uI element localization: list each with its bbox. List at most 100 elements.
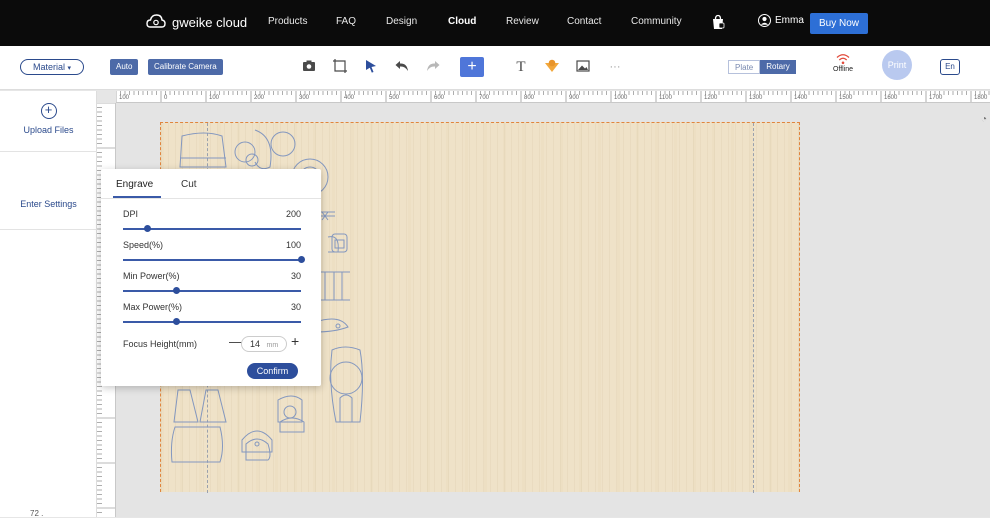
ruler-tick-label: 800 (524, 95, 535, 101)
ruler-tick-label: 600 (434, 95, 445, 101)
cloud-logo-icon (146, 14, 166, 28)
max-power-slider[interactable] (123, 318, 301, 325)
user-avatar-icon (758, 14, 771, 27)
focus-height-label: Focus Height(mm) (123, 339, 198, 349)
ruler-tick-label: 0 (164, 95, 168, 101)
nav-link-faq[interactable]: FAQ (336, 16, 356, 27)
ruler-tick-label: 500 (389, 95, 400, 101)
decrease-focus-button[interactable]: — (229, 334, 242, 349)
buy-now-button[interactable]: Buy Now (810, 13, 869, 34)
brand-logo[interactable]: gweike cloud (146, 13, 247, 31)
dpi-value: 200 (285, 209, 301, 219)
camera-icon[interactable] (300, 58, 318, 76)
speed-value: 100 (285, 240, 301, 250)
max-power-slider-knob[interactable] (172, 318, 180, 325)
material-dropdown[interactable]: Material ▾ (20, 59, 84, 75)
min-power-row: Min Power(%) 30 (123, 271, 301, 281)
print-button[interactable]: Print (882, 50, 912, 80)
guide-line (753, 123, 754, 493)
speed-label: Speed(%) (123, 240, 164, 250)
sidebar-divider (0, 229, 97, 230)
ruler-tick-label: 1800 (974, 95, 988, 101)
rotary-option[interactable]: Rotary (760, 60, 796, 74)
horizontal-ruler: 100 0 100 200 300 400 500 600 700 800 900 1000 1100 1… (116, 91, 990, 103)
upload-files-label: Upload Files (23, 125, 74, 135)
nav-link-cloud[interactable]: Cloud (448, 16, 476, 27)
dpi-label: DPI (123, 209, 139, 219)
ruler-tick-label: 1400 (794, 95, 808, 101)
text-icon[interactable]: T (512, 58, 530, 76)
sidebar-divider (0, 151, 97, 152)
nav-link-review[interactable]: Review (506, 16, 539, 27)
ruler-tick-label: 300 (299, 95, 310, 101)
ruler-tick-label: 700 (479, 95, 490, 101)
focus-height-input[interactable]: 14 mm (241, 336, 287, 352)
brand-name: gweike cloud (172, 14, 248, 30)
speed-row: Speed(%) 100 (123, 240, 301, 250)
min-power-slider[interactable] (123, 287, 301, 294)
max-power-label: Max Power(%) (123, 302, 183, 312)
focus-height-value: 14 (250, 339, 261, 349)
ruler-tick-label: 400 (344, 95, 355, 101)
user-name: Emma (775, 15, 804, 26)
ruler-tick-label: 1000 (614, 95, 628, 101)
plate-rotary-toggle[interactable]: Plate Rotary (728, 60, 796, 74)
max-power-row: Max Power(%) 30 (123, 302, 301, 312)
speed-slider[interactable] (123, 256, 305, 263)
nav-link-community[interactable]: Community (631, 16, 682, 27)
ruler-ticks (116, 91, 990, 102)
focus-height-unit: mm (266, 342, 279, 349)
status-label: Offline (832, 66, 854, 73)
confirm-button[interactable]: Confirm (247, 363, 298, 379)
increase-focus-button[interactable]: + (291, 333, 299, 349)
image-icon[interactable] (574, 58, 592, 76)
active-tab-indicator (113, 196, 161, 198)
ruler-tick-label: 1500 (839, 95, 853, 101)
plate-option[interactable]: Plate (728, 60, 761, 74)
wifi-offline-icon (836, 54, 850, 65)
material-label: Material (32, 62, 65, 72)
speed-slider-knob[interactable] (297, 256, 305, 263)
nav-link-products[interactable]: Products (268, 16, 307, 27)
redo-icon[interactable] (424, 58, 442, 76)
min-power-value: 30 (290, 271, 301, 281)
chevron-down-icon: ▾ (67, 65, 72, 72)
add-icon[interactable]: + (460, 57, 484, 77)
ruler-tick-label: 100 (209, 95, 220, 101)
panel-tabs: Engrave Cut (101, 169, 321, 199)
ruler-tick-label: 100 (119, 95, 130, 101)
calibrate-camera-button[interactable]: Calibrate Camera (148, 59, 223, 75)
enter-settings-label: Enter Settings (20, 199, 77, 209)
select-arrow-icon[interactable] (362, 58, 380, 76)
user-menu[interactable]: Emma (758, 14, 804, 27)
nav-link-design[interactable]: Design (386, 16, 417, 27)
tab-engrave[interactable]: Engrave (116, 179, 153, 190)
ruler-tick-label: 200 (254, 95, 265, 101)
min-power-slider-knob[interactable] (172, 287, 180, 294)
ruler-tick-label: 1100 (659, 95, 672, 101)
ruler-tick-label: 1200 (704, 95, 718, 101)
upload-files-button[interactable]: + Upload Files (0, 103, 97, 135)
max-power-value: 30 (290, 302, 301, 312)
collapse-panel-icon[interactable]: ◔ (981, 114, 990, 126)
editor-toolbar: Material ▾ Auto Calibrate Camera + T ···… (0, 46, 990, 90)
add-circle-icon: + (40, 103, 57, 119)
language-button[interactable]: En (940, 59, 960, 75)
dpi-slider-knob[interactable] (144, 225, 152, 232)
connection-status[interactable]: Offline (826, 53, 860, 73)
top-nav-bar: gweike cloud Products FAQ Design Cloud R… (0, 0, 990, 46)
enter-settings-button[interactable]: Enter Settings (0, 199, 97, 209)
nav-link-contact[interactable]: Contact (567, 16, 601, 27)
cart-icon[interactable] (710, 14, 726, 30)
undo-icon[interactable] (393, 58, 411, 76)
engrave-settings-panel: Engrave Cut DPI 200 Speed(%) 100 Min Pow… (101, 169, 321, 386)
ruler-tick-label: 1700 (929, 95, 943, 101)
ruler-tick-label: 900 (569, 95, 580, 101)
ruler-tick-label: 1600 (884, 95, 898, 101)
dpi-slider[interactable] (123, 225, 301, 232)
shape-icon[interactable] (543, 58, 561, 76)
more-icon[interactable]: ··· (606, 58, 624, 76)
tab-cut[interactable]: Cut (181, 179, 197, 190)
crop-icon[interactable] (331, 58, 349, 76)
auto-button[interactable]: Auto (110, 59, 139, 75)
